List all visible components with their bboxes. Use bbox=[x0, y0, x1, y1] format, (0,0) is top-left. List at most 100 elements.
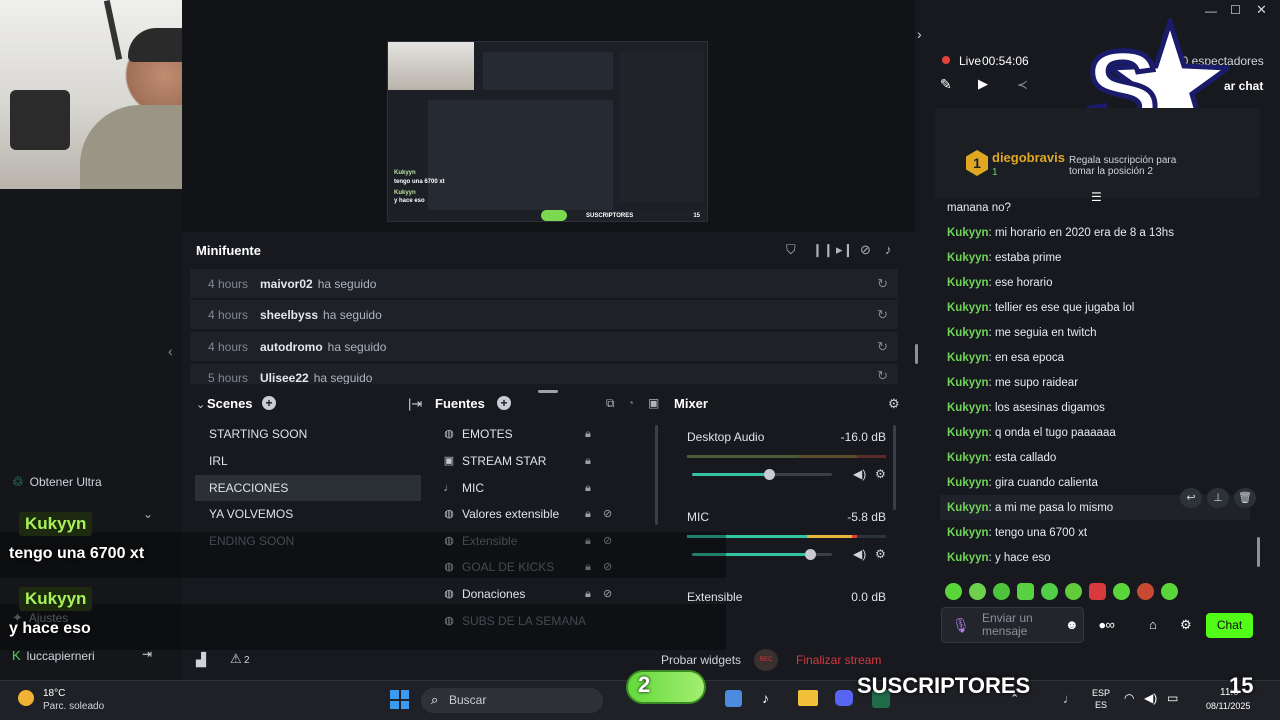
panel-title: Minifuente bbox=[196, 243, 261, 258]
mixer-channel-db: -5.8 dB bbox=[847, 510, 886, 524]
globe-icon: ◍ bbox=[444, 428, 454, 440]
volume-icon[interactable]: ♪ bbox=[885, 242, 892, 257]
mic-icon: ♩ bbox=[443, 482, 455, 494]
gear-icon[interactable]: ⚙ bbox=[1180, 617, 1192, 633]
scene-item[interactable]: STARTING SOON bbox=[195, 421, 421, 447]
emote-icon[interactable] bbox=[1161, 583, 1178, 600]
emote-icon[interactable] bbox=[1065, 583, 1082, 600]
filter-icon[interactable]: ☰ bbox=[1091, 190, 1102, 204]
slider-knob[interactable] bbox=[764, 469, 775, 480]
hidden-eye-icon[interactable]: ⊘ bbox=[603, 501, 612, 527]
sources-title: Fuentes bbox=[435, 396, 485, 411]
emote-icon[interactable] bbox=[945, 583, 962, 600]
source-item[interactable]: ◍ Valores extensible 🔒︎ ⊘ bbox=[433, 501, 659, 527]
sidebar-item-ultra[interactable]: ♲ Obtener Ultra bbox=[12, 474, 102, 490]
points-icon[interactable]: ⦁∞ bbox=[1099, 617, 1115, 633]
taskbar-search[interactable]: Buscar bbox=[421, 688, 603, 713]
panel-resize-handle[interactable] bbox=[538, 390, 558, 393]
skip-icon[interactable]: ▸❙ bbox=[836, 242, 853, 258]
delete-icon[interactable]: 🗑︎ bbox=[1234, 488, 1256, 508]
scene-item[interactable]: YA VOLVEMOS bbox=[195, 501, 421, 527]
close-icon[interactable]: ✕ bbox=[1256, 2, 1267, 18]
scrollbar[interactable] bbox=[915, 344, 918, 364]
emote-icon[interactable] bbox=[1113, 583, 1130, 600]
replay-icon[interactable]: ↻ bbox=[877, 307, 888, 323]
mixer-channel-name: MIC bbox=[687, 510, 709, 524]
pin-icon[interactable]: ⊥ bbox=[1207, 488, 1229, 508]
search-icon: ⌕ bbox=[431, 692, 439, 707]
share-icon[interactable]: ≺ bbox=[1017, 77, 1028, 93]
sidebar-item-user[interactable]: K luccapierneri bbox=[12, 648, 95, 663]
lock-icon[interactable]: 🔒︎ bbox=[585, 501, 591, 527]
minimize-icon[interactable]: — bbox=[1205, 4, 1217, 18]
gift-cta[interactable]: Regala suscripción para tomar la posició… bbox=[1069, 155, 1184, 177]
replay-icon[interactable]: ↻ bbox=[877, 368, 888, 384]
chat-input[interactable]: 🎙︎ Enviar un mensaje ☻ bbox=[941, 607, 1084, 643]
add-source-icon[interactable]: + bbox=[497, 396, 511, 410]
emote-icon[interactable] bbox=[969, 583, 986, 600]
edit-icon[interactable]: ✎ bbox=[940, 76, 952, 93]
slider-knob[interactable] bbox=[804, 549, 816, 560]
chat-message[interactable]: Kukyyn: a mi me pasa lo mismo bbox=[947, 502, 1113, 514]
alert-icon[interactable]: ⚠ bbox=[230, 651, 242, 667]
pause-icon[interactable]: ❙❙ bbox=[812, 242, 834, 258]
lock-icon[interactable]: 🔒︎ bbox=[585, 475, 591, 501]
reply-icon[interactable]: ↩ bbox=[1180, 488, 1202, 508]
replay-icon[interactable]: ↻ bbox=[877, 276, 888, 292]
ultra-icon: ♲ bbox=[12, 474, 24, 489]
add-scene-icon[interactable]: + bbox=[262, 396, 276, 410]
scrollbar[interactable] bbox=[1257, 537, 1260, 567]
store-icon[interactable]: ⌂ bbox=[1149, 617, 1157, 632]
collapse-right-icon[interactable]: › bbox=[917, 26, 922, 42]
add-folder-icon[interactable]: ▣ bbox=[648, 396, 659, 410]
gear-icon[interactable]: ⚙ bbox=[875, 467, 886, 481]
source-item[interactable]: ▣ STREAM STAR 🔒︎ bbox=[433, 448, 659, 474]
filters-icon[interactable]: ◔ bbox=[627, 396, 634, 410]
start-button[interactable] bbox=[390, 690, 409, 709]
scene-item[interactable]: IRL bbox=[195, 448, 421, 474]
chat-message: Kukyyn: tellier es ese que jugaba lol bbox=[947, 302, 1135, 314]
source-item[interactable]: ♩ MIC 🔒︎ bbox=[433, 475, 659, 501]
lock-icon[interactable]: 🔒︎ bbox=[585, 421, 591, 447]
scrollbar[interactable] bbox=[893, 425, 896, 510]
emoji-icon[interactable]: ☻ bbox=[1065, 617, 1079, 632]
chevron-down-icon[interactable]: ⌄ bbox=[143, 507, 153, 521]
scene-item-active[interactable]: REACCIONES bbox=[195, 475, 421, 501]
mute-alerts-icon[interactable]: ⊘ bbox=[860, 242, 871, 258]
subs-total: 15 bbox=[1229, 673, 1254, 698]
activity-row: 4 hours autodromo ha seguido ↻ bbox=[190, 332, 898, 361]
alert-count: 2 bbox=[244, 655, 250, 666]
emote-icon[interactable] bbox=[993, 583, 1010, 600]
chevron-down-icon[interactable]: ⌄ bbox=[196, 398, 205, 411]
volume-icon[interactable]: ◀) bbox=[853, 547, 866, 561]
emote-icon[interactable] bbox=[1137, 583, 1154, 600]
stats-icon[interactable]: ▟ bbox=[196, 652, 206, 668]
source-item[interactable]: ◍ EMOTES 🔒︎ bbox=[433, 421, 659, 447]
volume-icon[interactable]: ◀) bbox=[853, 467, 866, 481]
emote-icon[interactable] bbox=[1089, 583, 1106, 600]
filter-icon[interactable]: ⛉ bbox=[786, 242, 796, 258]
mic-icon[interactable]: 🎙︎ bbox=[952, 617, 970, 634]
scrollbar[interactable] bbox=[655, 425, 658, 525]
gear-icon[interactable]: ⚙ bbox=[888, 396, 900, 412]
volume-slider[interactable] bbox=[692, 469, 832, 480]
camera-icon[interactable]: ▶ bbox=[978, 76, 988, 92]
scenes-title: Scenes bbox=[207, 396, 253, 411]
maximize-icon[interactable]: ☐ bbox=[1230, 3, 1241, 17]
scene-transition-icon[interactable]: |⇥ bbox=[408, 396, 422, 412]
lock-icon[interactable]: 🔒︎ bbox=[585, 448, 591, 474]
globe-icon: ◍ bbox=[444, 508, 454, 520]
collapse-left-icon[interactable]: ‹ bbox=[168, 343, 173, 359]
chat-message: Kukyyn: tengo una 6700 xt bbox=[947, 527, 1088, 539]
gear-icon[interactable]: ⚙ bbox=[875, 547, 886, 561]
emote-icon[interactable] bbox=[1017, 583, 1034, 600]
overlay-chat-user: Kukyyn bbox=[19, 587, 93, 611]
live-label: Live bbox=[959, 54, 982, 68]
emote-icon[interactable] bbox=[1041, 583, 1058, 600]
send-chat-button[interactable]: Chat bbox=[1206, 613, 1253, 638]
replay-icon[interactable]: ↻ bbox=[877, 339, 888, 355]
folder-icon[interactable]: ⧉ bbox=[606, 396, 615, 411]
subs-goal-overlay: 2 SUSCRIPTORES 15 bbox=[624, 664, 1266, 710]
stream-preview[interactable]: Kukyyn tengo una 6700 xt Kukyyn y hace e… bbox=[387, 41, 708, 222]
mixer-title: Mixer bbox=[674, 396, 708, 411]
